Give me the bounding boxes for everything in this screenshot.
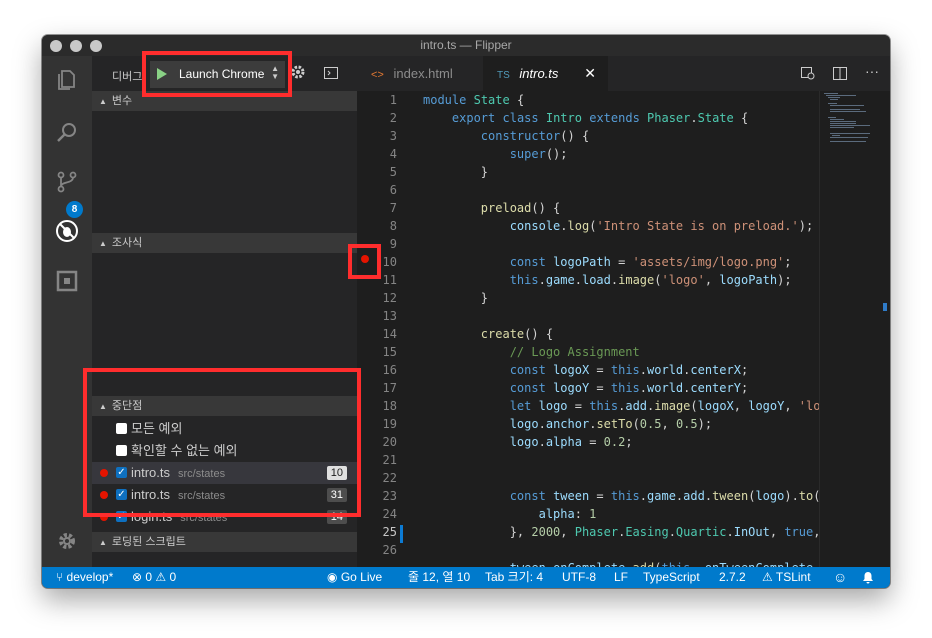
line-number: 21 [382,453,397,467]
html-file-icon: <> [371,69,384,81]
debug-icon[interactable] [53,217,81,245]
minimap[interactable] [819,91,880,567]
line-number: 14 [382,327,397,341]
scm-badge: 8 [66,201,83,218]
language-mode[interactable]: TypeScript [643,567,700,588]
line-number: 24 [382,507,397,521]
split-editor-icon[interactable] [833,67,847,85]
eol-status[interactable]: LF [614,567,628,588]
line-number: 3 [389,129,397,143]
encoding-status[interactable]: UTF-8 [562,567,596,588]
line-number: 18 [382,399,397,413]
line-number: 16 [382,363,397,377]
line-number: 22 [382,471,397,485]
breakpoint-marker-highlight [348,244,381,279]
go-live-button[interactable]: ◉ Go Live [327,567,382,588]
more-actions-icon[interactable]: ··· [865,63,879,79]
watch-section-header[interactable]: ▲ 조사식 [92,233,357,253]
search-icon[interactable] [53,118,81,146]
line-number: 25 [382,525,397,539]
tab-size-status[interactable]: Tab 크기: 4 [485,567,543,588]
zoom-window-button[interactable] [90,40,102,52]
ts-file-icon: TS [497,70,510,81]
line-number: 2 [389,111,397,125]
line-number: 4 [389,147,397,161]
source-control-icon[interactable] [53,168,81,196]
debug-console-icon[interactable] [324,66,338,84]
cursor-position[interactable]: 줄 12, 열 10 [408,567,470,588]
settings-gear-icon[interactable] [53,527,81,555]
code-editor[interactable]: 1 2 3 4 5 6 7 8 9 10 11 12 13 14 15 16 17 18 19 20 21 22 23 24 2… [357,91,890,567]
line-number: 12 [382,291,397,305]
line-number: 1 [389,93,397,107]
modified-line-marker [400,525,403,543]
loaded-scripts-section-header[interactable]: ▲ 로딩된 스크립트 [92,532,357,552]
close-window-button[interactable] [50,40,62,52]
debug-label: 디버그 [112,71,143,83]
line-number: 23 [382,489,397,503]
extensions-icon[interactable] [53,267,81,295]
launch-config-highlight [142,51,292,97]
explorer-icon[interactable] [53,66,81,94]
feedback-smiley-icon[interactable]: ☺ [833,567,847,588]
window-title: intro.ts — Flipper [420,38,512,52]
problems-status[interactable]: ⊗ 0 ⚠ 0 [132,567,176,588]
editor-scrollbar[interactable] [879,91,890,567]
status-bar: ⑂ develop* ⊗ 0 ⚠ 0 ◉ Go Live 줄 12, 열 10 … [42,567,890,588]
ts-version[interactable]: 2.7.2 [719,567,746,588]
tab-intro-ts[interactable]: TS intro.ts ✕ [483,56,608,91]
line-number: 20 [382,435,397,449]
line-number: 13 [382,309,397,323]
tslint-status[interactable]: ⚠ TSLint [762,567,811,588]
line-number: 15 [382,345,397,359]
scrollbar-cursor-marker [883,303,887,311]
collapse-arrow-icon: ▲ [99,97,107,106]
line-number: 7 [389,201,397,215]
minimap-preview [824,93,870,142]
line-number: 17 [382,381,397,395]
close-tab-icon[interactable]: ✕ [584,56,596,91]
branch-status[interactable]: ⑂ develop* [56,567,113,588]
editor-tabs: <> index.html TS intro.ts ✕ ··· [357,56,890,91]
debug-settings-gear-icon[interactable] [290,64,306,85]
line-number: 8 [389,219,397,233]
line-number: 26 [382,543,397,557]
line-number: 6 [389,183,397,197]
breakpoints-panel-highlight [83,368,361,517]
line-number: 19 [382,417,397,431]
collapse-arrow-icon: ▲ [99,538,107,547]
line-number: 5 [389,165,397,179]
minimize-window-button[interactable] [70,40,82,52]
collapse-arrow-icon: ▲ [99,239,107,248]
tab-index-html[interactable]: <> index.html [357,56,482,91]
open-changes-icon[interactable] [801,67,816,86]
notifications-bell-icon[interactable] [862,567,874,588]
